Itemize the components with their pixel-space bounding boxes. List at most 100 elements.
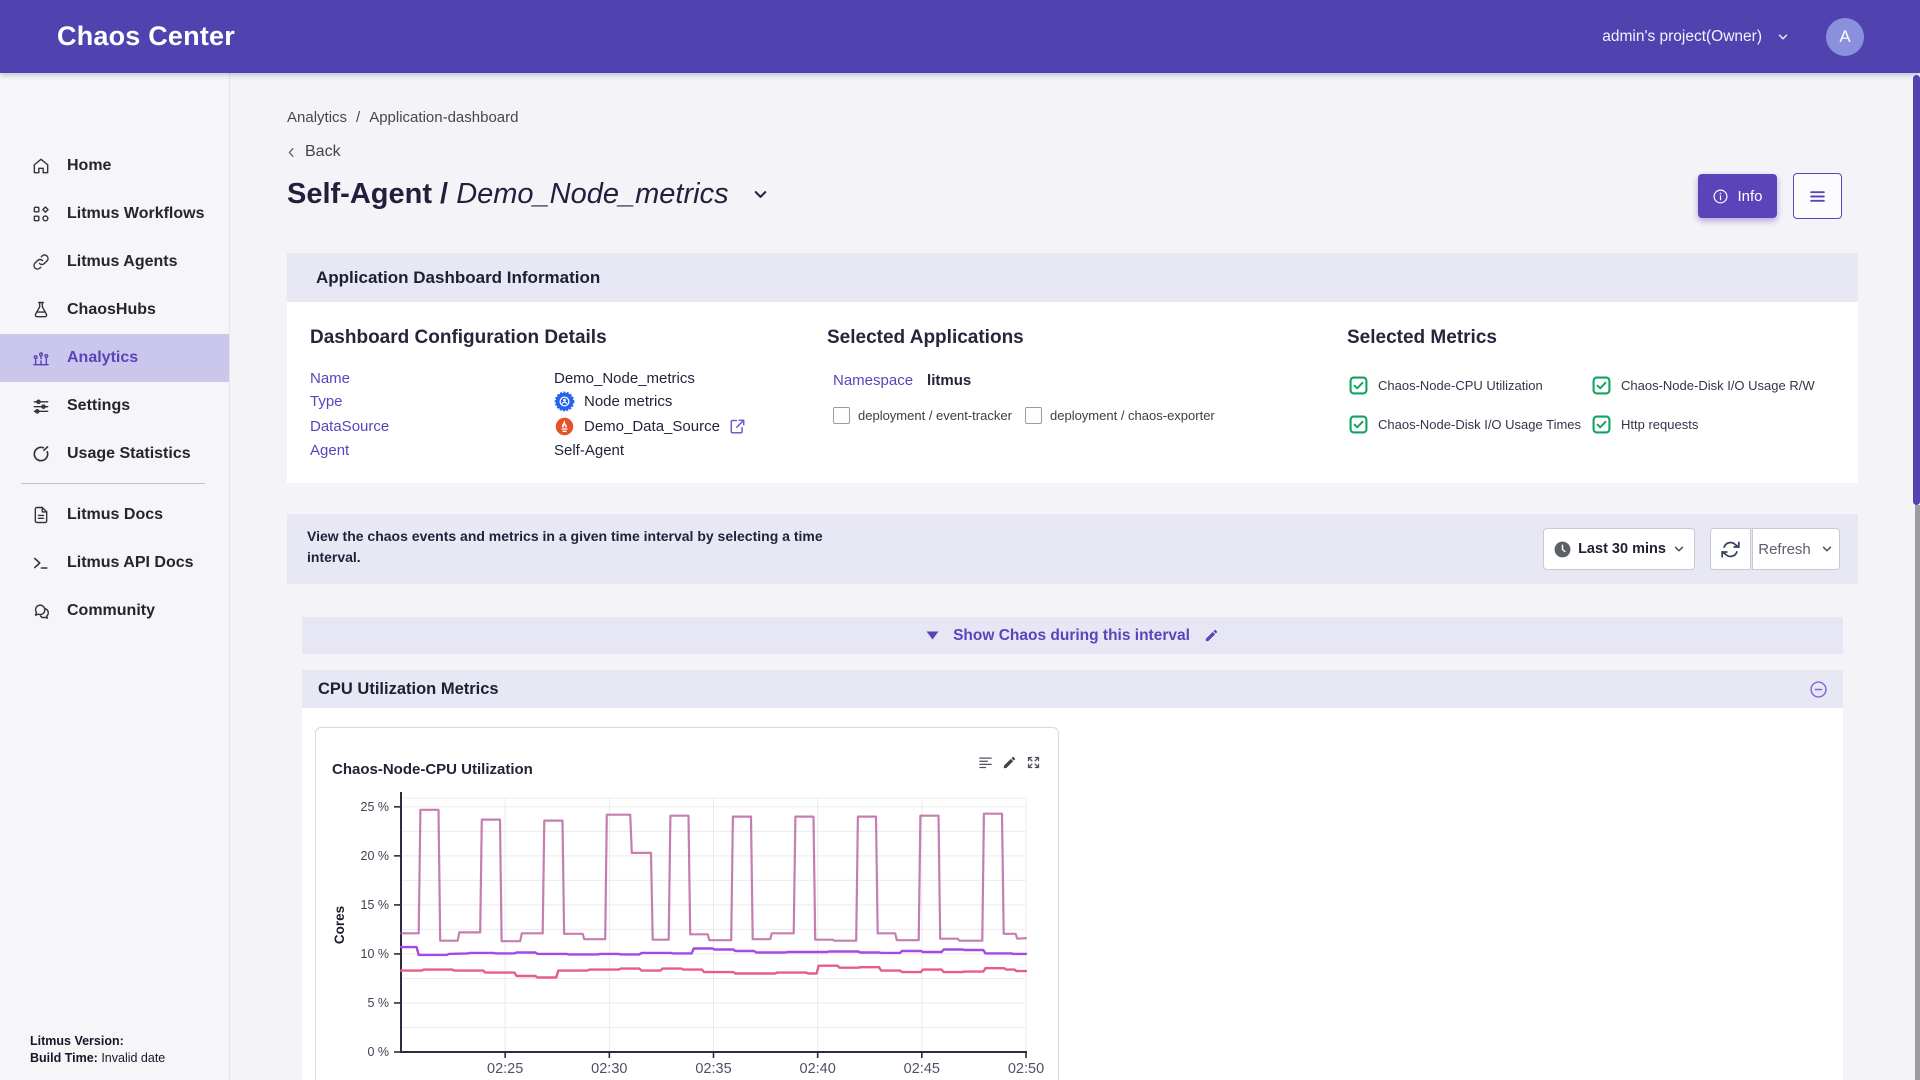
checkbox-checked-icon[interactable]	[1592, 415, 1611, 434]
external-link-icon[interactable]	[729, 418, 746, 435]
show-chaos-label: Show Chaos during this interval	[953, 627, 1190, 645]
build-time-value: Invalid date	[101, 1051, 165, 1065]
sidebar-item-label: Community	[67, 602, 155, 620]
sidebar-item-label: ChaosHubs	[67, 301, 156, 319]
config-type-value: Node metrics	[554, 391, 672, 412]
sidebar-item-litmus-workflows[interactable]: Litmus Workflows	[0, 190, 229, 238]
back-button[interactable]: Back	[285, 143, 341, 161]
svg-text:02:40: 02:40	[800, 1061, 836, 1077]
config-agent-value: Self-Agent	[554, 442, 624, 459]
breadcrumb-application-dashboard[interactable]: Application-dashboard	[369, 109, 518, 126]
back-label: Back	[305, 143, 341, 161]
cpu-utilization-chart-card: Chaos-Node-CPU Utilization 0 %5 %10 %15 …	[315, 727, 1059, 1080]
chevron-left-icon	[285, 146, 298, 159]
user-avatar[interactable]: A	[1826, 18, 1864, 56]
clock-icon	[1553, 540, 1572, 559]
sidebar-item-label: Settings	[67, 397, 130, 415]
sidebar-item-label: Litmus Workflows	[67, 205, 205, 223]
sidebar-item-analytics[interactable]: Analytics	[0, 334, 229, 382]
project-chevron-down-icon[interactable]	[1776, 30, 1790, 44]
app-title: Chaos Center	[57, 21, 235, 52]
checkbox-unchecked-icon[interactable]	[1025, 407, 1042, 424]
sidebar-item-label: Litmus Docs	[67, 506, 163, 524]
checkbox-unchecked-icon[interactable]	[833, 407, 850, 424]
svg-text:Cores: Cores	[332, 906, 347, 944]
config-row-agent: Agent Self-Agent	[310, 440, 624, 460]
sidebar-item-litmus-docs[interactable]: Litmus Docs	[0, 491, 229, 539]
interval-description: View the chaos events and metrics in a g…	[307, 526, 847, 568]
prometheus-icon	[554, 416, 575, 437]
cpu-utilization-line-chart[interactable]: 0 %5 %10 %15 %20 %25 %02:2502:3002:3502:…	[316, 728, 1058, 1080]
svg-text:02:30: 02:30	[591, 1061, 627, 1077]
edit-pencil-icon[interactable]	[1204, 628, 1219, 643]
scrollbar-track[interactable]	[1915, 505, 1920, 1080]
info-panel-body: Dashboard Configuration Details Name Dem…	[287, 302, 1858, 483]
svg-text:02:25: 02:25	[487, 1061, 523, 1077]
avatar-letter: A	[1839, 27, 1850, 47]
sidebar-item-settings[interactable]: Settings	[0, 382, 229, 430]
sidebar-item-home[interactable]: Home	[0, 142, 229, 190]
sidebar: Home Litmus Workflows Litmus Agents Chao…	[0, 73, 230, 1080]
refresh-icon	[1720, 539, 1741, 560]
sidebar-item-chaoshubs[interactable]: ChaosHubs	[0, 286, 229, 334]
info-button[interactable]: Info	[1698, 174, 1777, 218]
time-interval-bar: View the chaos events and metrics in a g…	[287, 514, 1858, 584]
metric-checkbox-cpu-utilization[interactable]: Chaos-Node-CPU Utilization	[1349, 376, 1543, 395]
checkbox-checked-icon[interactable]	[1349, 376, 1368, 395]
application-dashboard-information-panel: Application Dashboard Information Dashbo…	[287, 253, 1858, 483]
title-chevron-down-icon[interactable]	[751, 185, 770, 204]
config-datasource-value: Demo_Data_Source	[554, 416, 746, 437]
dashboard-menu-button[interactable]	[1793, 173, 1842, 219]
scrollbar-thumb[interactable]	[1913, 75, 1920, 505]
workflows-icon	[30, 203, 52, 225]
namespace-value: litmus	[927, 372, 971, 389]
sidebar-item-community[interactable]: Community	[0, 587, 229, 635]
selected-applications-heading: Selected Applications	[827, 327, 1024, 349]
refresh-now-button[interactable]	[1710, 528, 1751, 570]
metric-checkbox-label: Chaos-Node-Disk I/O Usage R/W	[1621, 378, 1815, 393]
show-chaos-toggle-bar[interactable]: Show Chaos during this interval	[302, 617, 1843, 654]
time-range-select[interactable]: Last 30 mins	[1543, 528, 1695, 570]
page-title-agent: Self-Agent /	[287, 178, 448, 210]
config-type-text: Node metrics	[584, 393, 672, 410]
sidebar-item-label: Usage Statistics	[67, 445, 191, 463]
selected-metrics-heading: Selected Metrics	[1347, 327, 1497, 349]
config-datasource-label: DataSource	[310, 418, 554, 435]
metric-checkbox-disk-io-times[interactable]: Chaos-Node-Disk I/O Usage Times	[1349, 415, 1581, 434]
config-name-label: Name	[310, 370, 554, 387]
checkbox-checked-icon[interactable]	[1592, 376, 1611, 395]
svg-text:02:50: 02:50	[1008, 1061, 1044, 1077]
project-selector-label[interactable]: admin's project(Owner)	[1602, 28, 1762, 46]
triangle-down-icon	[926, 631, 939, 640]
application-checkbox-chaos-exporter[interactable]: deployment / chaos-exporter	[1025, 407, 1215, 424]
metric-checkbox-http-requests[interactable]: Http requests	[1592, 415, 1698, 434]
sidebar-item-label: Litmus API Docs	[67, 554, 194, 572]
config-datasource-text: Demo_Data_Source	[584, 418, 720, 435]
link-icon	[30, 251, 52, 273]
node-metrics-icon	[554, 391, 575, 412]
refresh-interval-select[interactable]: Refresh	[1752, 528, 1840, 570]
sidebar-item-litmus-agents[interactable]: Litmus Agents	[0, 238, 229, 286]
sidebar-item-usage-statistics[interactable]: Usage Statistics	[0, 430, 229, 478]
svg-text:20 %: 20 %	[361, 849, 390, 863]
sidebar-divider	[21, 483, 205, 484]
namespace-row: Namespace litmus	[833, 372, 971, 389]
build-time-label: Build Time:	[30, 1051, 98, 1065]
config-name-value: Demo_Node_metrics	[554, 370, 695, 387]
metric-checkbox-label: Chaos-Node-CPU Utilization	[1378, 378, 1543, 393]
cpu-utilization-panel-body: Chaos-Node-CPU Utilization 0 %5 %10 %15 …	[302, 708, 1843, 1080]
litmus-version-label: Litmus Version:	[30, 1034, 124, 1048]
breadcrumb-analytics[interactable]: Analytics	[287, 109, 347, 126]
sidebar-item-litmus-api-docs[interactable]: Litmus API Docs	[0, 539, 229, 587]
config-row-name: Name Demo_Node_metrics	[310, 368, 695, 388]
application-checkbox-event-tracker[interactable]: deployment / event-tracker	[833, 407, 1012, 424]
config-row-datasource: DataSource Demo_Data_Source	[310, 416, 746, 436]
application-checkbox-label: deployment / event-tracker	[858, 408, 1012, 423]
checkbox-checked-icon[interactable]	[1349, 415, 1368, 434]
usage-circle-icon	[30, 443, 52, 465]
collapse-minus-icon[interactable]	[1809, 680, 1828, 699]
metric-checkbox-disk-io-rw[interactable]: Chaos-Node-Disk I/O Usage R/W	[1592, 376, 1815, 395]
metric-checkbox-label: Http requests	[1621, 417, 1698, 432]
flask-icon	[30, 299, 52, 321]
time-select-chevron-down-icon	[1672, 542, 1686, 556]
